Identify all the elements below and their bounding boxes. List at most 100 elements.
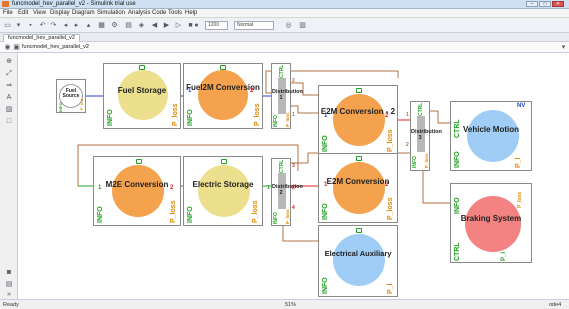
fuel2m-port-1: 1 [188, 88, 192, 94]
new-model-icon[interactable]: ▭ [3, 21, 12, 30]
electric-storage-title: Electric Storage [192, 180, 254, 189]
title-bar: funcmodel_hev_parallel_v2 - Simulink tri… [0, 0, 569, 9]
fuel-source-info-port: INFO [58, 102, 63, 112]
electrical-auxiliary-shape [333, 234, 385, 286]
open-icon[interactable]: ▾ [14, 21, 23, 30]
menu-edit[interactable]: Edit [18, 10, 28, 16]
electrical-auxiliary-chart-icon [356, 228, 362, 233]
e2m-conversion-2-shape [333, 94, 385, 146]
distribution-2-port-2: 2 [292, 185, 295, 191]
library-browser-icon[interactable]: ▦ [97, 21, 106, 30]
e2m-conversion-port-2: 2 [385, 182, 389, 188]
stop-time-field[interactable]: 1200 [205, 21, 228, 30]
distribution-3-info: INFO [412, 156, 418, 168]
step-back-icon[interactable]: ◀ [150, 21, 159, 30]
distribution-1-ctrl: CTRL [279, 64, 285, 78]
annotation-icon[interactable]: A [5, 94, 13, 102]
braking-system-shape [465, 196, 521, 252]
menu-file[interactable]: File [3, 10, 13, 16]
minimize-button[interactable]: – [526, 1, 538, 7]
maximize-button[interactable]: □ [539, 1, 551, 7]
m2e-port-1: 1 [98, 185, 102, 191]
step-forward-icon[interactable]: ▷ [174, 21, 183, 30]
forward-icon[interactable]: ▸ [72, 21, 81, 30]
e2m-conversion-2-block[interactable]: E2M Conversion - 2 1 2 INFO P_loss [318, 85, 398, 155]
electric-storage-chart-icon [221, 159, 227, 164]
model-explorer-icon[interactable]: ▤ [124, 21, 133, 30]
distribution-2-ploss: P_loss [285, 209, 290, 224]
hide-browser-icon[interactable]: ◉ [3, 43, 12, 52]
distribution-3-port-2: 2 [406, 142, 409, 148]
menu-display[interactable]: Display [50, 10, 70, 16]
vehicle-motion-ctrl: CTRL [454, 119, 461, 138]
image-icon[interactable]: ▨ [5, 106, 13, 114]
e2m-conversion-info: INFO [322, 203, 329, 220]
electric-storage-block[interactable]: Electric Storage INFO P_loss [183, 156, 263, 226]
simulation-mode-select[interactable]: Normal [234, 21, 274, 30]
fuel2m-shape [198, 70, 248, 120]
vehicle-motion-title: Vehicle Motion [462, 125, 519, 134]
record-icon[interactable]: ● [192, 21, 201, 30]
wire-dist2-e2m-top [290, 152, 318, 164]
menu-simulation[interactable]: Simulation [97, 10, 125, 16]
area-icon[interactable]: □ [5, 118, 13, 126]
m2e-port-2: 2 [170, 185, 174, 191]
distribution-3-block[interactable]: Distribution 3 CTRL INFO P_loss 1 2 [406, 101, 442, 171]
distribution-1-block[interactable]: Distribution 1 CTRL INFO P_loss 2 1 [271, 63, 303, 129]
vehicle-motion-nv: NV [517, 103, 526, 109]
m2e-conversion-block[interactable]: M2E Conversion 1 2 INFO P_loss [93, 156, 181, 226]
tab-model[interactable]: funcmodel_hev_parallel_v2 [3, 34, 80, 42]
menu-code[interactable]: Code [152, 10, 166, 16]
fuel-source-out-port: P_out [79, 98, 84, 110]
model-canvas[interactable]: Fuel Source INFO P_out Fuel Storage INFO… [18, 53, 569, 299]
save-icon[interactable]: ▪ [26, 21, 35, 30]
m2e-shape [112, 165, 164, 217]
fuel-storage-chart-icon [139, 65, 145, 70]
model-settings-icon[interactable]: ⚙ [110, 21, 119, 30]
up-icon[interactable]: ▴ [84, 21, 93, 30]
menu-tools[interactable]: Tools [168, 10, 182, 16]
braking-system-block[interactable]: Braking System INFO CTRL P_loss P_l [450, 183, 532, 263]
left-palette: ⊕ ⤢ ⇒ A ▨ □ ◙ ▤ » [0, 53, 18, 299]
e2m-conversion-2-port-2: 2 [385, 113, 389, 119]
braking-system-ploss: P_loss [517, 191, 523, 208]
property-icon[interactable]: ▤ [5, 281, 13, 289]
fuel-storage-block[interactable]: Fuel Storage INFO P_loss [103, 63, 181, 129]
fuel-source-block[interactable]: Fuel Source INFO P_out [56, 79, 86, 113]
e2m-conversion-block[interactable]: E2M Conversion 1 2 INFO P_loss [318, 153, 398, 223]
arrow-icon[interactable]: ⇒ [5, 82, 13, 90]
run-icon[interactable]: ▶ [162, 21, 171, 30]
fuel2m-conversion-block[interactable]: Fuel2M Conversion 1 2 INFO P_loss [183, 63, 263, 129]
zoom-icon[interactable]: ⊕ [5, 58, 13, 66]
zoom-level: 51% [285, 302, 297, 308]
undo-icon[interactable]: ↶ [38, 21, 47, 30]
breadcrumb[interactable]: funcmodel_hev_parallel_v2 [22, 44, 89, 50]
vehicle-motion-block[interactable]: Vehicle Motion CTRL INFO P_l NV [450, 101, 532, 171]
menu-analysis[interactable]: Analysis [128, 10, 150, 16]
expand-icon[interactable]: » [5, 291, 13, 299]
vehicle-motion-pl: P_l [515, 157, 522, 168]
fuel2m-chart-icon [220, 65, 226, 70]
fit-view-icon[interactable]: ⤢ [5, 70, 13, 78]
menu-view[interactable]: View [33, 10, 46, 16]
distribution-2-port-1: 1 [267, 185, 270, 191]
model-advisor-icon[interactable]: ◎ [284, 21, 293, 30]
solver-name[interactable]: ode4 [549, 302, 561, 308]
electric-storage-ploss: P_loss [252, 200, 259, 223]
e2m-conversion-ploss: P_loss [387, 197, 394, 220]
close-button[interactable]: ✕ [552, 1, 564, 7]
menu-diagram[interactable]: Diagram [72, 10, 95, 16]
distribution-2-block[interactable]: Distribution 2 CTRL INFO P_loss 1 2 3 4 [267, 158, 303, 226]
electric-storage-shape [198, 165, 250, 217]
redo-icon[interactable]: ↷ [49, 21, 58, 30]
menu-bar: File Edit View Display Diagram Simulatio… [0, 9, 569, 18]
chevron-down-icon[interactable]: ▾ [559, 43, 568, 52]
debug-icon[interactable]: ◈ [137, 21, 146, 30]
menu-help[interactable]: Help [185, 10, 197, 16]
build-icon[interactable]: ▥ [298, 21, 307, 30]
distribution-1-title: Distribution 1 [272, 89, 303, 101]
electrical-auxiliary-block[interactable]: Electrical Auxiliary INFO P_l [318, 225, 398, 297]
back-icon[interactable]: ◂ [61, 21, 70, 30]
camera-icon[interactable]: ◙ [5, 269, 13, 277]
window-title: funcmodel_hev_parallel_v2 - Simulink tri… [12, 1, 136, 7]
